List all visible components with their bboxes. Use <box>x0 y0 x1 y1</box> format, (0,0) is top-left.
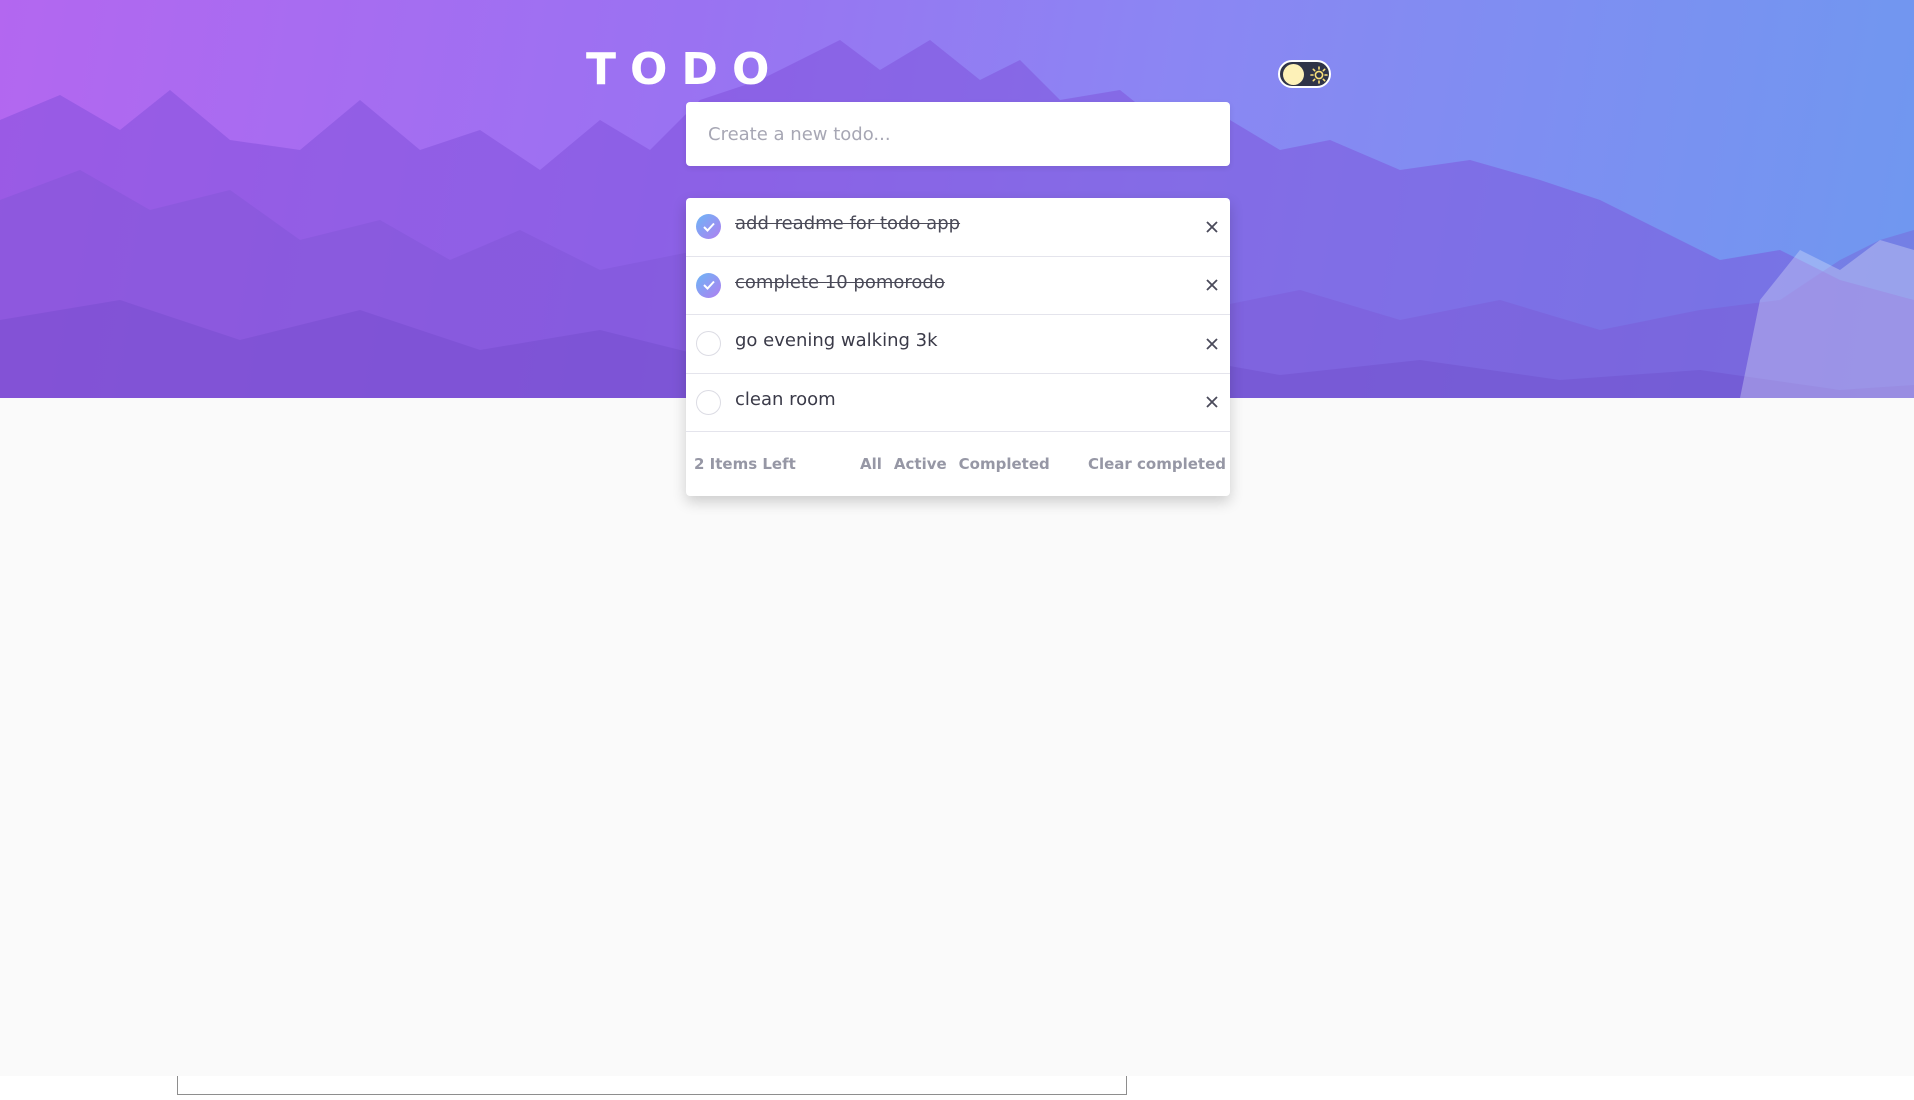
clear-completed-button[interactable]: Clear completed <box>1088 455 1226 473</box>
filter-completed[interactable]: Completed <box>959 455 1050 473</box>
filter-all[interactable]: All <box>860 455 882 473</box>
new-todo-input[interactable] <box>686 102 1230 166</box>
sun-icon <box>1310 66 1328 84</box>
close-icon[interactable] <box>1204 277 1220 293</box>
todo-item: add readme for todo app <box>686 198 1230 257</box>
bottom-panel <box>177 1076 1127 1095</box>
todo-text[interactable]: clean room <box>735 389 1230 410</box>
todo-checkbox[interactable] <box>696 272 721 298</box>
todo-item: complete 10 pomorodo <box>686 257 1230 315</box>
todo-text[interactable]: complete 10 pomorodo <box>735 272 1230 293</box>
items-left-count: 2 Items Left <box>694 455 796 473</box>
todo-list: add readme for todo app complete 10 pomo… <box>686 198 1230 496</box>
todo-text[interactable]: go evening walking 3k <box>735 330 1230 351</box>
todo-text[interactable]: add readme for todo app <box>735 213 1230 234</box>
todo-item: clean room <box>686 374 1230 432</box>
todo-checkbox[interactable] <box>696 389 721 415</box>
check-icon <box>702 281 715 291</box>
app-title: TODO <box>586 44 784 95</box>
theme-toggle[interactable] <box>1278 60 1331 88</box>
todo-item: go evening walking 3k <box>686 315 1230 374</box>
close-icon[interactable] <box>1204 336 1220 352</box>
filter-active[interactable]: Active <box>894 455 947 473</box>
check-icon <box>702 222 715 232</box>
filter-group: All Active Completed <box>860 455 1050 473</box>
todo-checkbox[interactable] <box>696 331 721 357</box>
close-icon[interactable] <box>1204 394 1220 410</box>
todo-footer: 2 Items Left All Active Completed Clear … <box>686 432 1230 496</box>
close-icon[interactable] <box>1204 219 1220 235</box>
toggle-knob <box>1283 64 1304 85</box>
todo-checkbox[interactable] <box>696 214 721 240</box>
